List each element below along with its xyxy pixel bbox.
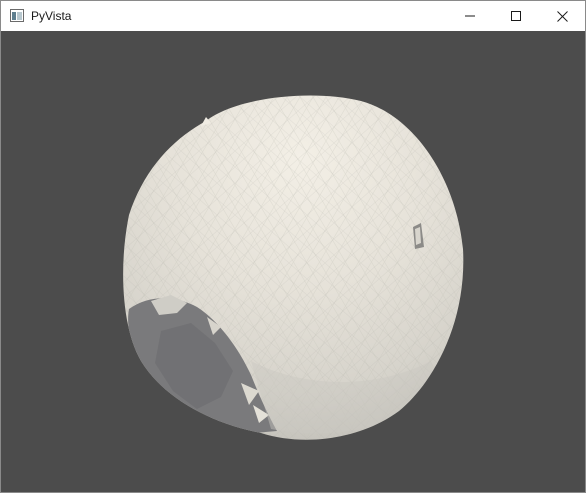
pyvista-window: PyVista <box>0 0 586 493</box>
render-viewport[interactable] <box>1 31 585 492</box>
sphere-mesh <box>123 95 464 440</box>
minimize-button[interactable] <box>447 1 493 31</box>
minimize-icon <box>465 15 475 17</box>
maximize-button[interactable] <box>493 1 539 31</box>
title-bar[interactable]: PyVista <box>1 1 585 31</box>
close-button[interactable] <box>539 1 585 31</box>
window-title: PyVista <box>31 9 72 23</box>
maximize-icon <box>511 11 521 21</box>
close-icon <box>556 10 568 22</box>
pyvista-window-icon <box>10 9 24 22</box>
